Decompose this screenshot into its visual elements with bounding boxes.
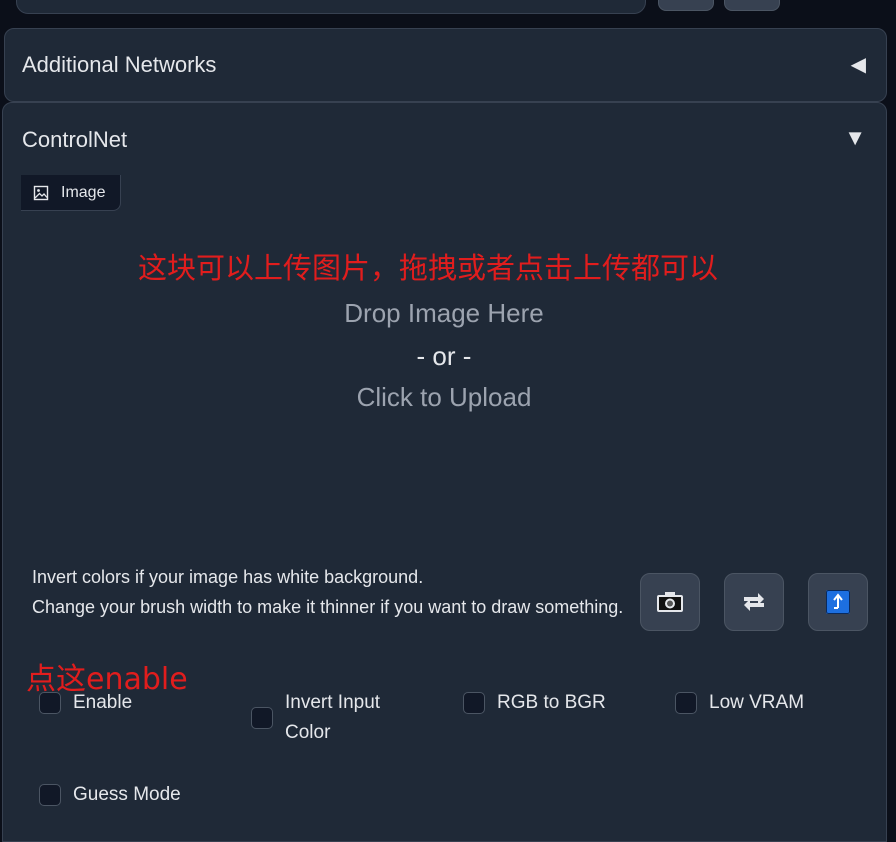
rgb-to-bgr-checkbox[interactable]: RGB to BGR xyxy=(463,688,606,718)
send-dimensions-button[interactable] xyxy=(808,573,868,631)
or-separator: - or - xyxy=(416,341,472,371)
swap-button[interactable] xyxy=(724,573,784,631)
additional-networks-title: Additional Networks xyxy=(22,52,217,77)
low-vram-label: Low VRAM xyxy=(709,692,805,713)
checkbox-box[interactable] xyxy=(675,692,697,714)
checkbox-box[interactable] xyxy=(251,707,273,729)
prompt-input-partial[interactable] xyxy=(16,0,646,14)
webcam-button[interactable] xyxy=(640,573,700,631)
rgb-to-bgr-label: RGB to BGR xyxy=(497,692,606,713)
click-to-upload-text: Click to Upload xyxy=(356,382,532,412)
additional-networks-accordion[interactable]: Additional Networks ◀ xyxy=(4,28,887,102)
checkbox-box[interactable] xyxy=(39,692,61,714)
invert-input-color-checkbox[interactable]: Invert Input Color xyxy=(251,688,380,748)
low-vram-checkbox[interactable]: Low VRAM xyxy=(675,688,804,718)
hint-line-invert: Invert colors if your image has white ba… xyxy=(32,567,424,587)
invert-label-line2: Color xyxy=(285,722,331,743)
camera-icon xyxy=(657,592,683,612)
invert-label-line1: Invert Input xyxy=(285,692,381,713)
upload-annotation: 这块可以上传图片，拖拽或者点击上传都可以 xyxy=(138,251,719,285)
hint-line-brush: Change your brush width to make it thinn… xyxy=(32,597,624,617)
drop-image-text: Drop Image Here xyxy=(344,298,544,328)
expand-down-icon[interactable]: ▼ xyxy=(844,125,866,151)
enable-label: Enable xyxy=(73,692,133,713)
image-icon xyxy=(33,185,49,200)
checkbox-box[interactable] xyxy=(463,692,485,714)
checkbox-box[interactable] xyxy=(39,784,61,806)
collapse-left-icon[interactable]: ◀ xyxy=(851,52,866,77)
hint-text: Invert colors if your image has white ba… xyxy=(32,562,632,622)
send-dimensions-icon xyxy=(826,590,850,614)
tab-image-label: Image xyxy=(61,183,106,201)
swap-icon xyxy=(744,593,764,611)
enable-checkbox[interactable]: Enable xyxy=(39,688,132,718)
guess-mode-label: Guess Mode xyxy=(73,784,181,805)
invert-input-color-label: Invert Input Color xyxy=(285,688,380,748)
tab-image[interactable]: Image xyxy=(21,175,121,211)
controlnet-title: ControlNet xyxy=(22,127,128,152)
top-button-2[interactable] xyxy=(724,0,780,11)
top-button-1[interactable] xyxy=(658,0,714,11)
guess-mode-checkbox[interactable]: Guess Mode xyxy=(39,780,181,810)
